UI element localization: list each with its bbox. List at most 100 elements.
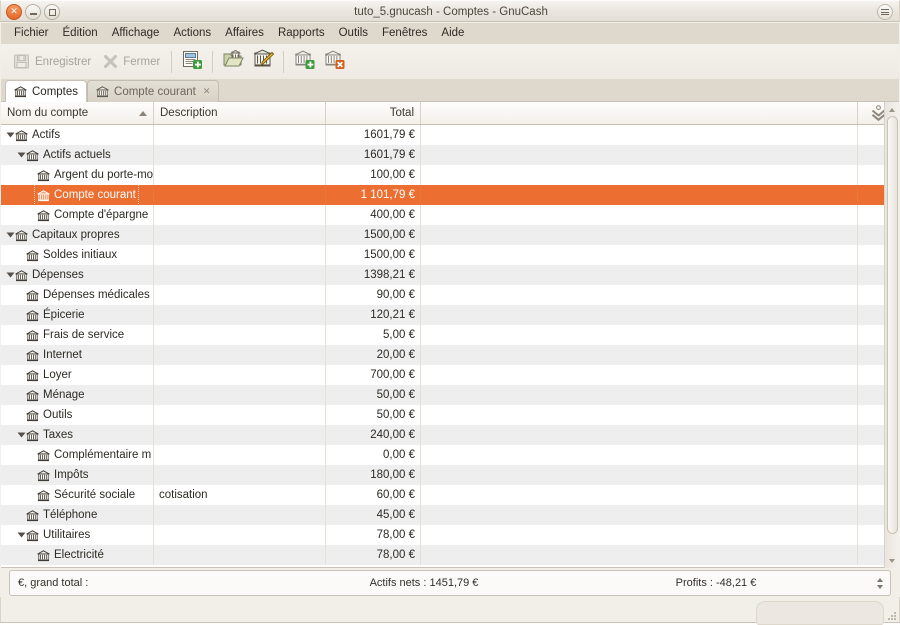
column-header-total[interactable]: Total [326,102,421,124]
account-name-label: Actifs [32,125,60,145]
expander-placeholder [28,205,37,225]
account-bank-icon [26,149,39,161]
new-account-button[interactable] [289,47,319,77]
expander-placeholder [17,305,26,325]
delete-account-button[interactable] [319,47,349,77]
cell-total: 0,00 € [326,445,421,465]
table-row[interactable]: Téléphone45,00 € [1,505,899,525]
account-name-box: Téléphone [26,505,97,525]
account-name-label: Electricité [54,545,104,565]
table-row[interactable]: Épicerie120,21 € [1,305,899,325]
cell-blank [421,385,858,405]
cell-description [154,385,326,405]
menu-rapports[interactable]: Rapports [271,25,332,42]
table-row[interactable]: Dépenses1398,21 € [1,265,899,285]
cell-total: 1601,79 € [326,145,421,165]
cell-blank [421,465,858,485]
table-row[interactable]: Dépenses médicales90,00 € [1,285,899,305]
expander-triangle-down-icon[interactable] [17,525,26,545]
table-row[interactable]: Impôts180,00 € [1,465,899,485]
menu-edition[interactable]: Édition [56,25,105,42]
expander-placeholder [17,405,26,425]
table-row[interactable]: Compte d'épargne400,00 € [1,205,899,225]
table-row[interactable]: Argent du porte-mo100,00 € [1,165,899,185]
cell-account-name: Épicerie [1,305,154,325]
cell-account-name: Capitaux propres [1,225,154,245]
account-name-box: Compte courant [34,185,139,205]
table-row[interactable]: Loyer700,00 € [1,365,899,385]
table-row[interactable]: Utilitaires78,00 € [1,525,899,545]
account-name-box: Impôts [37,465,89,485]
table-row[interactable]: Ménage50,00 € [1,385,899,405]
menu-fichier[interactable]: Fichier [7,25,56,42]
account-bank-icon [26,329,39,341]
account-bank-icon [37,549,50,561]
scroll-up-icon[interactable] [885,103,899,116]
cell-account-name: Utilitaires [1,525,154,545]
table-row[interactable]: Sécurité socialecotisation60,00 € [1,485,899,505]
menu-actions[interactable]: Actions [166,25,218,42]
cell-description: cotisation [154,485,326,505]
expander-triangle-down-icon[interactable] [6,265,15,285]
summary-profits: Profits : -48,21 € [570,577,862,589]
account-name-box: Utilitaires [26,525,90,545]
expander-triangle-down-icon[interactable] [6,125,15,145]
tree-column-header: Nom du compte Description Total [1,102,899,125]
scrollbar-thumb[interactable] [887,116,898,534]
summary-spinner-icon[interactable] [875,574,884,592]
cell-total: 400,00 € [326,205,421,225]
account-bank-icon [37,209,50,221]
table-row[interactable]: Complémentaire m0,00 € [1,445,899,465]
tab-comptes[interactable]: Comptes [5,80,87,102]
table-row[interactable]: Capitaux propres1500,00 € [1,225,899,245]
resize-grip[interactable] [887,611,897,621]
table-row[interactable]: Actifs actuels1601,79 € [1,145,899,165]
menu-aide[interactable]: Aide [434,25,471,42]
table-row[interactable]: Internet20,00 € [1,345,899,365]
table-row[interactable]: Taxes240,00 € [1,425,899,445]
account-name-box: Ménage [26,385,85,405]
table-row[interactable]: Frais de service5,00 € [1,325,899,345]
table-row[interactable]: Actifs1601,79 € [1,125,899,145]
cell-blank [421,485,858,505]
column-header-description[interactable]: Description [154,102,326,124]
table-row[interactable]: Compte courant1 101,79 € [1,185,899,205]
tab-compte-courant[interactable]: Compte courant ✕ [87,80,219,102]
cell-blank [421,165,858,185]
scroll-down-icon[interactable] [885,554,899,567]
new-file-button[interactable] [177,47,207,77]
open-file-button[interactable] [218,47,248,77]
cell-description [154,125,326,145]
close-icon[interactable]: ✕ [203,87,211,97]
account-bank-icon [26,349,39,361]
cell-account-name: Taxes [1,425,154,445]
account-name-box: Soldes initiaux [26,245,117,265]
expander-triangle-down-icon[interactable] [17,145,26,165]
hamburger-menu-icon[interactable] [877,4,893,20]
expander-triangle-down-icon[interactable] [17,425,26,445]
account-name-label: Soldes initiaux [43,245,117,265]
cell-total: 78,00 € [326,545,421,565]
cell-total: 700,00 € [326,365,421,385]
expander-placeholder [28,445,37,465]
close-tab-button[interactable]: Fermer [97,47,166,77]
cell-blank [421,425,858,445]
vertical-scrollbar[interactable] [884,102,899,568]
account-name-label: Épicerie [43,305,85,325]
menu-affichage[interactable]: Affichage [105,25,167,42]
account-name-box: Capitaux propres [15,225,120,245]
menu-fenetres[interactable]: Fenêtres [375,25,434,42]
table-row[interactable]: Soldes initiaux1500,00 € [1,245,899,265]
table-row[interactable]: Electricité 78,00 € [1,545,899,565]
cell-account-name: Actifs [1,125,154,145]
column-header-nom-du-compte[interactable]: Nom du compte [1,102,154,124]
cell-blank [421,445,858,465]
account-bank-icon [26,309,39,321]
menu-outils[interactable]: Outils [332,25,375,42]
edit-account-button[interactable] [248,47,278,77]
menu-affaires[interactable]: Affaires [218,25,271,42]
cell-blank [421,345,858,365]
expander-triangle-down-icon[interactable] [6,225,15,245]
table-row[interactable]: Outils50,00 € [1,405,899,425]
save-button[interactable]: Enregistrer [7,47,97,77]
